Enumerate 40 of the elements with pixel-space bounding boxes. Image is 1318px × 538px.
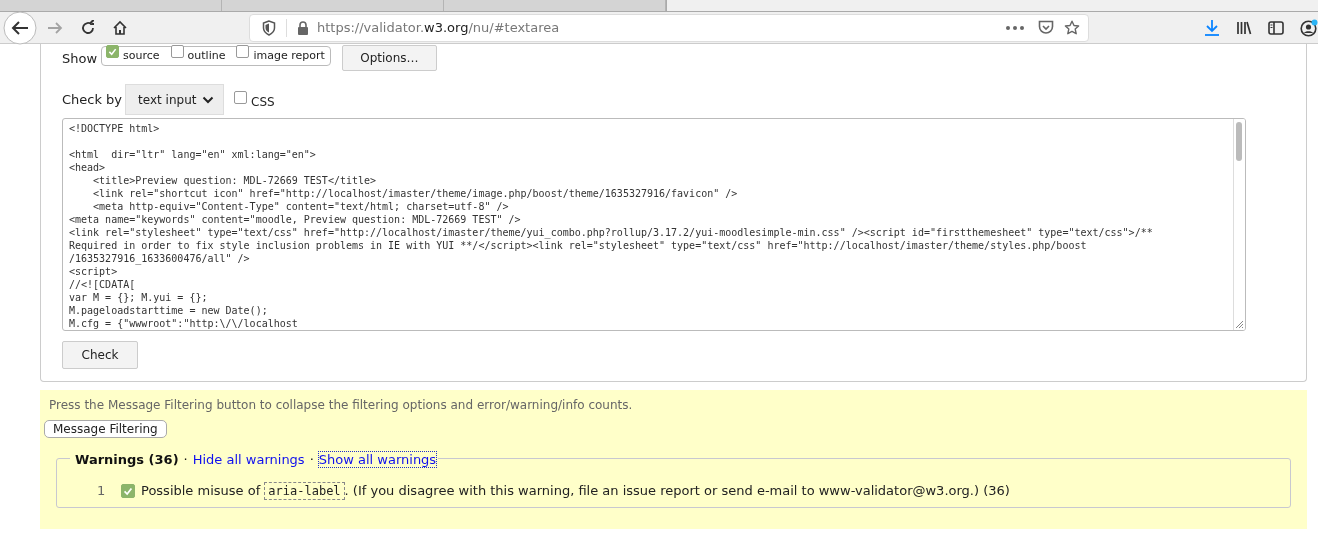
separator-dot: · bbox=[183, 452, 188, 467]
checkbox-label: CSS bbox=[251, 95, 275, 109]
lock-icon bbox=[297, 20, 309, 35]
checkbox[interactable] bbox=[234, 91, 248, 104]
more-dots-icon[interactable] bbox=[1006, 25, 1024, 30]
message-checkbox[interactable] bbox=[121, 484, 135, 498]
resize-grip-icon[interactable] bbox=[1235, 320, 1244, 329]
message-filtering-button[interactable]: Message Filtering bbox=[44, 420, 167, 438]
chevron-down-icon bbox=[202, 95, 215, 104]
warnings-link[interactable]: Show all warnings bbox=[318, 452, 437, 467]
home-icon[interactable] bbox=[112, 19, 128, 36]
address-bar[interactable]: https://validator.w3.org/nu/#textarea bbox=[249, 13, 1089, 42]
scrollbar-thumb[interactable] bbox=[1236, 122, 1242, 161]
filter-hint: Press the Message Filtering button to collapse the filtering options and error/warning/info counts. bbox=[49, 398, 634, 412]
checkbox[interactable] bbox=[106, 45, 120, 58]
pocket-icon[interactable] bbox=[1038, 20, 1054, 35]
checkbox-label: outline bbox=[187, 49, 226, 62]
checkbox[interactable] bbox=[170, 45, 184, 58]
download-icon[interactable] bbox=[1204, 19, 1220, 36]
library-icon[interactable] bbox=[1236, 19, 1252, 36]
account-icon[interactable] bbox=[1300, 18, 1318, 37]
warnings-heading: Warnings (36) bbox=[75, 452, 179, 467]
message-number: 1 bbox=[97, 482, 107, 498]
check-by-label: Check by bbox=[62, 92, 123, 107]
show-label: Show bbox=[62, 50, 98, 66]
checkbox-label: source bbox=[123, 49, 160, 62]
check-by-dropdown[interactable]: text input bbox=[125, 84, 225, 115]
shield-icon[interactable] bbox=[262, 19, 276, 36]
check-button[interactable]: Check bbox=[62, 341, 138, 369]
sidebar-icon[interactable] bbox=[1268, 20, 1284, 35]
checkbox-label: image report bbox=[253, 49, 325, 62]
separator-dot: · bbox=[309, 452, 314, 467]
reload-icon[interactable] bbox=[80, 19, 96, 36]
warning-message: Possible misuse of aria-label . (If you disagree with this warning, file an issue report or send e-mail to www-validator@w3.org.) (36) bbox=[141, 482, 1010, 498]
star-icon[interactable] bbox=[1064, 19, 1080, 36]
url-text: https://validator.w3.org/nu/#textarea bbox=[317, 20, 560, 35]
source-textarea[interactable]: <!DOCTYPE html> <html dir="ltr" lang="en" xml:lang="en"> <head> <title>Preview question: MDL-72669 TEST</title> <link rel="shortcut icon" href="http://localhost/imaster/theme/image.php/boost/theme/1635327916/favicon" /> <meta http-equiv="Content-Type" content="text/html; charset=utf-8" /> <meta name="keywords" content="moodle, Preview question: MDL-72669 TEST" /> <link rel="stylesheet" type="text/css" href="http://localhost/imaster/theme/yui_combo.php?rollup/3.17.2/yui-moodlesimple-min.css" /><script id="firstthemesheet" type="text/css">/** Required in order to fix style inclusion problems in IE with YUI **/</script><link rel="stylesheet" type="text/css" href="http://localhost/imaster/theme/styles.php/boost /1635327916_1633600476/all" /> <script> //<![CDATA[ var M = {}; M.yui = {}; M.pageloadstarttime = new Date(); M.cfg = {"wwwroot":"http:\/\/localhost bbox=[62, 118, 1246, 331]
checkbox[interactable] bbox=[236, 45, 250, 58]
options-button[interactable]: Options… bbox=[341, 45, 437, 71]
warnings-link[interactable]: Hide all warnings bbox=[192, 452, 305, 467]
